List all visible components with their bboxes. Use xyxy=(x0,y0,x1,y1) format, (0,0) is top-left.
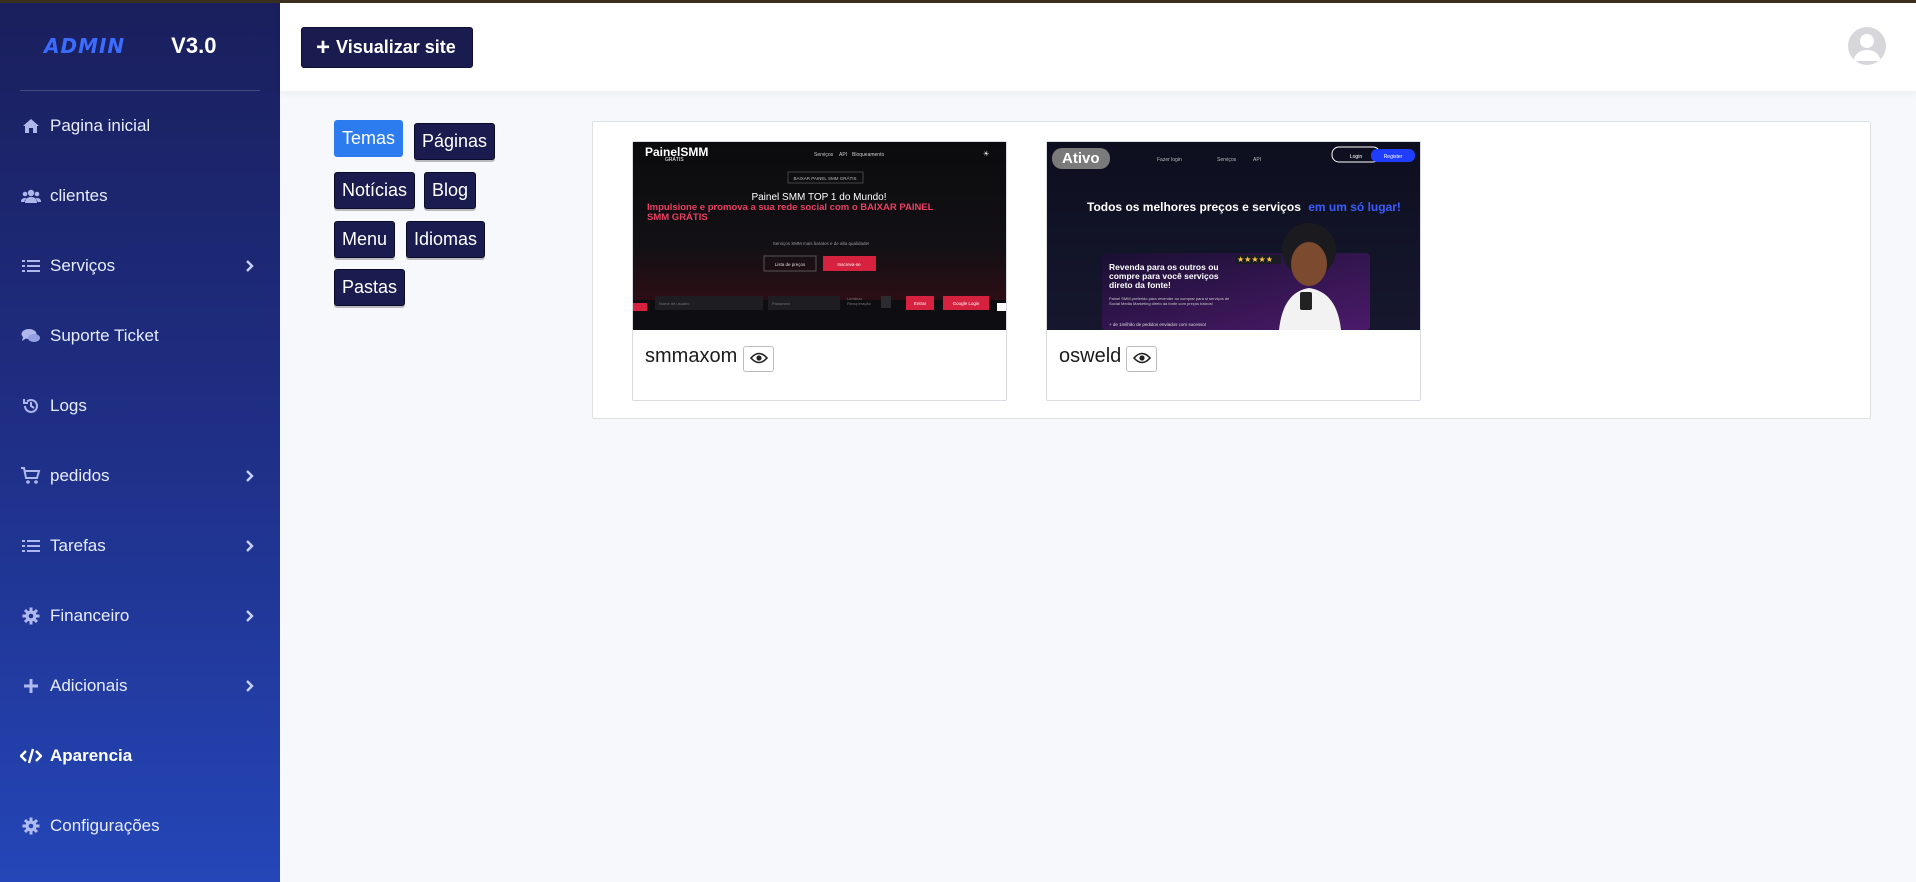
tab-temas[interactable]: Temas xyxy=(334,120,404,157)
tab-paginas[interactable]: Páginas xyxy=(414,123,496,160)
gear-icon xyxy=(20,817,42,835)
chevron-right-icon xyxy=(244,680,256,692)
sidebar-nav: Pagina inicial clientes Serviços Suporte… xyxy=(0,91,280,861)
sidebar-item-configuracoes[interactable]: Configurações xyxy=(0,791,280,861)
sidebar-item-label: Logs xyxy=(50,396,87,415)
list-icon xyxy=(20,537,42,555)
preview-nav-1: Serviços xyxy=(814,152,834,158)
list-icon xyxy=(20,257,42,275)
svg-text:☀: ☀ xyxy=(983,150,989,158)
preview-nav-2: API xyxy=(839,152,847,158)
sidebar-item-tarefas[interactable]: Tarefas xyxy=(0,511,280,581)
sidebar-item-financeiro[interactable]: Financeiro xyxy=(0,581,280,651)
preview-login-pass: Password xyxy=(772,301,790,306)
preview-logo-sub: GRÁTIS xyxy=(665,156,684,163)
sidebar-item-aparencia[interactable]: Aparencia xyxy=(0,721,280,791)
sidebar-item-label: Pagina inicial xyxy=(50,116,151,135)
top-header: + Visualizar site xyxy=(280,3,1916,91)
eye-icon xyxy=(749,352,768,367)
sidebar-item-label: Adicionais xyxy=(50,676,128,695)
preview-btn-secondary: Lista de preços xyxy=(775,262,806,267)
sidebar-item-label: Suporte Ticket xyxy=(50,326,159,345)
preview-remember: Lembrar Recuperação xyxy=(847,296,871,306)
theme-card-smmaxom[interactable]: PainelSMM GRÁTIS Serviços API Bloqueamen… xyxy=(632,141,1007,401)
eye-icon xyxy=(1132,352,1151,367)
preview-nav-2: Serviços xyxy=(1217,157,1237,163)
themes-panel: PainelSMM GRÁTIS Serviços API Bloqueamen… xyxy=(592,121,1871,419)
sidebar-item-pagina-inicial[interactable]: Pagina inicial xyxy=(0,91,280,161)
history-icon xyxy=(20,397,42,415)
preview-google-btn: Google Login xyxy=(953,301,980,306)
preview-pill: BAIXAR PAINEL SMM GRÁTIS xyxy=(793,175,856,181)
sidebar-item-clientes[interactable]: clientes xyxy=(0,161,280,231)
code-icon xyxy=(20,747,42,765)
user-avatar-icon[interactable] xyxy=(1848,27,1886,65)
sidebar-item-label: pedidos xyxy=(50,466,110,485)
cart-icon xyxy=(20,467,42,485)
svg-text:Todos os melhores preços e ser: Todos os melhores preços e serviços em u… xyxy=(1087,200,1401,214)
sidebar-item-label: clientes xyxy=(50,186,108,205)
chevron-right-icon xyxy=(244,260,256,272)
tab-blog[interactable]: Blog xyxy=(424,172,477,209)
sidebar-item-servicos[interactable]: Serviços xyxy=(0,231,280,301)
view-site-button[interactable]: + Visualizar site xyxy=(301,27,473,68)
tab-idiomas[interactable]: Idiomas xyxy=(406,221,486,258)
sidebar-item-label: Configurações xyxy=(50,816,160,835)
sidebar-item-suporte-ticket[interactable]: Suporte Ticket xyxy=(0,301,280,371)
preview-btn-register: Register xyxy=(1384,154,1403,160)
sidebar-item-label: Serviços xyxy=(50,256,116,275)
preview-login-user: Nome de usuário xyxy=(659,301,690,306)
sidebar-item-label: Tarefas xyxy=(50,536,106,555)
preview-headline-b: em um só lugar! xyxy=(1308,200,1401,214)
preview-nav-3: Bloqueamento xyxy=(852,152,884,158)
app-logo[interactable]: ADMIN xyxy=(44,34,125,58)
preview-theme-button[interactable] xyxy=(743,346,774,372)
chevron-right-icon xyxy=(244,470,256,482)
chevron-right-icon xyxy=(244,610,256,622)
theme-preview-image[interactable]: PainelSMM GRÁTIS Serviços API Bloqueamen… xyxy=(633,142,1006,330)
preview-headline-a: Todos os melhores preços e serviços xyxy=(1087,200,1301,214)
theme-name: smmaxom xyxy=(645,345,738,367)
tab-pastas[interactable]: Pastas xyxy=(334,269,406,306)
top-accent-line xyxy=(0,0,1916,3)
chat-icon xyxy=(20,327,42,345)
active-badge: Ativo xyxy=(1052,148,1110,169)
preview-card-body: Painel SMM preferido para revender ou co… xyxy=(1109,296,1230,306)
sidebar-item-label: Financeiro xyxy=(50,606,130,625)
plus-icon xyxy=(20,677,42,695)
preview-btn-login: Login xyxy=(1350,154,1362,160)
theme-name: osweld xyxy=(1059,345,1122,367)
preview-tagline: Serviços SMM mais baratos e de alta qual… xyxy=(773,241,870,246)
preview-subheadline: Impulsione e promova a sua rede social c… xyxy=(647,203,934,223)
preview-theme-button[interactable] xyxy=(1126,346,1157,372)
brand: ADMIN V3.0 xyxy=(0,0,280,91)
sidebar-item-adicionais[interactable]: Adicionais xyxy=(0,651,280,721)
preview-nav-1: Fazer login xyxy=(1157,157,1182,163)
view-site-label: Visualizar site xyxy=(336,37,456,57)
preview-card-title: Revenda para os outros ou compre para vo… xyxy=(1109,263,1219,290)
sidebar: ADMIN V3.0 Pagina inicial clientes Servi… xyxy=(0,0,280,882)
chevron-right-icon xyxy=(244,540,256,552)
preview-headline: Painel SMM TOP 1 do Mundo! xyxy=(751,192,886,203)
tab-noticias[interactable]: Notícias xyxy=(334,172,416,209)
sidebar-item-pedidos[interactable]: pedidos xyxy=(0,441,280,511)
preview-btn-primary: Inscreva-se xyxy=(837,262,861,267)
theme-preview-image[interactable]: Fazer login Serviços API Login Register … xyxy=(1047,142,1420,330)
app-version: V3.0 xyxy=(171,32,217,58)
plus-icon: + xyxy=(316,33,331,61)
tab-menu[interactable]: Menu xyxy=(334,221,396,258)
users-icon xyxy=(20,187,42,205)
theme-card-osweld[interactable]: Fazer login Serviços API Login Register … xyxy=(1046,141,1421,401)
preview-stars: ★★★★★ xyxy=(1237,255,1273,264)
sidebar-item-logs[interactable]: Logs xyxy=(0,371,280,441)
sidebar-item-label: Aparencia xyxy=(50,746,133,765)
preview-footer: + de 1milhão de pedidos enviados com suc… xyxy=(1109,322,1206,327)
gear-icon xyxy=(20,607,42,625)
home-icon xyxy=(20,117,42,135)
preview-nav-3: API xyxy=(1253,157,1261,163)
preview-login-btn: Entrar xyxy=(914,301,927,306)
